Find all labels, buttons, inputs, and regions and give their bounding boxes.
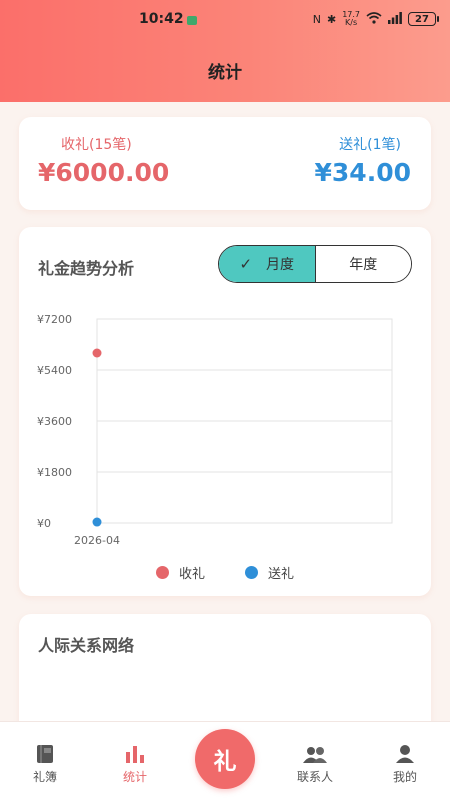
chart-legend: 收礼 送礼 — [19, 563, 431, 582]
nfc-icon: N — [312, 12, 321, 26]
received-value: ¥6000.00 — [38, 158, 170, 187]
data-point-sent — [92, 517, 102, 527]
nav-item-profile[interactable]: 我的 — [370, 742, 440, 785]
nav-item-contacts[interactable]: 联系人 — [280, 742, 350, 785]
toggle-monthly[interactable]: ✓ 月度 — [219, 246, 316, 282]
y-tick-label: ¥3600 — [37, 415, 72, 428]
status-time: 10:42 — [139, 11, 184, 27]
user-icon — [370, 742, 440, 764]
bottom-nav: 礼簿 统计 礼 联系人 我的 — [0, 721, 450, 800]
wifi-icon — [366, 11, 382, 27]
y-tick-label: ¥5400 — [37, 364, 72, 377]
bar-chart-icon — [100, 742, 170, 764]
book-icon — [10, 742, 80, 764]
period-toggle: ✓ 月度 年度 — [218, 245, 412, 283]
y-tick-label: ¥1800 — [37, 466, 72, 479]
trend-chart: ¥7200 ¥5400 ¥3600 ¥1800 ¥0 2026-04 — [37, 313, 393, 547]
toggle-yearly-label: 年度 — [349, 257, 378, 273]
legend-item-sent[interactable]: 送礼 — [245, 563, 294, 582]
sent-value: ¥34.00 — [314, 158, 411, 187]
toggle-yearly[interactable]: 年度 — [315, 246, 411, 282]
data-point-received — [92, 348, 102, 358]
legend-dot-received — [155, 566, 169, 579]
nav-label-profile: 我的 — [392, 770, 417, 784]
network-title: 人际关系网络 — [38, 636, 135, 655]
status-bar: 10:42 N ✱ 17.7 K/s 27 — [0, 8, 450, 32]
check-icon: ✓ — [239, 255, 253, 273]
status-icons: N ✱ 17.7 K/s 27 — [312, 10, 439, 27]
nav-item-stats[interactable]: 统计 — [100, 742, 170, 785]
legend-dot-sent — [245, 566, 258, 579]
gift-center-button[interactable]: 礼 — [195, 729, 255, 789]
nav-label-book: 礼簿 — [32, 770, 57, 784]
trend-card: 礼金趋势分析 ✓ 月度 年度 ¥7200 ¥5400 ¥3600 ¥1800 ¥0 202… — [19, 227, 431, 596]
contacts-icon — [280, 742, 350, 764]
y-tick-label: ¥7200 — [37, 313, 72, 326]
legend-label-received: 收礼 — [178, 567, 205, 582]
bluetooth-icon: ✱ — [326, 12, 337, 26]
nav-item-book[interactable]: 礼簿 — [10, 742, 80, 785]
legend-item-received[interactable]: 收礼 — [155, 563, 205, 582]
battery-icon: 27 — [408, 12, 439, 26]
y-tick-label: ¥0 — [37, 517, 51, 530]
summary-card: 收礼(15笔) ¥6000.00 送礼(1笔) ¥34.00 — [19, 117, 431, 210]
nav-label-stats: 统计 — [122, 770, 147, 784]
x-tick-label: 2026-04 — [74, 534, 120, 547]
signal-icon — [388, 11, 402, 27]
app-header: 10:42 N ✱ 17.7 K/s 27 统计 — [0, 0, 450, 102]
trend-title: 礼金趋势分析 — [38, 259, 135, 278]
network-speed: 17.7 K/s — [342, 10, 360, 27]
page-title: 统计 — [208, 63, 242, 83]
sim-icon — [187, 16, 197, 25]
sent-label: 送礼(1笔) — [339, 137, 401, 153]
legend-label-sent: 送礼 — [268, 567, 295, 582]
nav-label-contacts: 联系人 — [296, 770, 333, 784]
toggle-monthly-label: 月度 — [266, 257, 295, 273]
received-label: 收礼(15笔) — [61, 137, 132, 153]
